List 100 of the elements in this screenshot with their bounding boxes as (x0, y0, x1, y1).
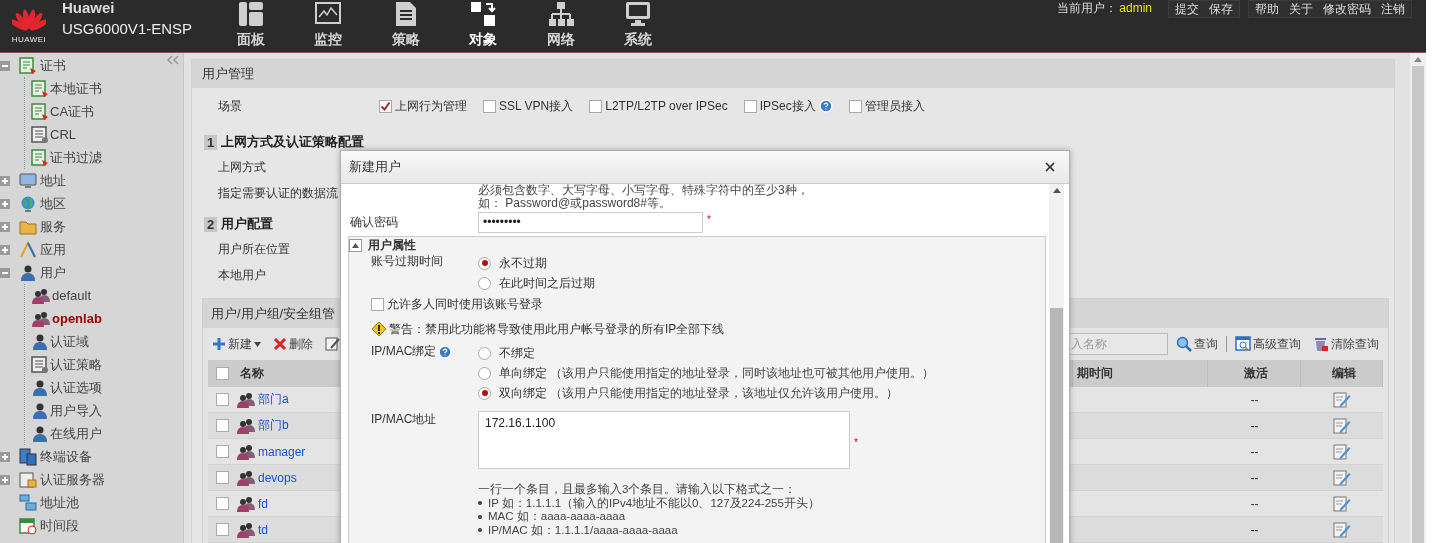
current-user-label: 当前用户： (1057, 0, 1118, 16)
expand-toggle[interactable] (0, 198, 10, 209)
user-name-link[interactable]: 部门b (258, 417, 289, 434)
expand-toggle[interactable] (0, 175, 10, 186)
row-checkbox[interactable] (215, 497, 229, 510)
radio-button[interactable] (478, 346, 491, 360)
edit-icon[interactable] (1333, 468, 1351, 487)
header-link[interactable]: 提交 (1175, 1, 1199, 17)
row-checkbox[interactable] (215, 445, 229, 458)
tree-item[interactable]: openlab (52, 311, 102, 326)
collapse-toggle[interactable] (0, 267, 10, 278)
radio-button[interactable] (478, 366, 491, 380)
expand-toggle[interactable] (0, 244, 10, 255)
tree-item[interactable]: 用户导入 (50, 401, 102, 420)
row-checkbox[interactable] (215, 523, 229, 536)
hint-text: 如： Password@或password8#等。 (478, 197, 672, 210)
nav-tab[interactable]: 网络 (522, 0, 600, 52)
expand-toggle[interactable] (0, 474, 10, 485)
header-link[interactable]: 保存 (1209, 1, 1233, 17)
radio-button[interactable] (478, 276, 491, 290)
user-name-link[interactable]: 部门a (258, 391, 289, 408)
help-icon[interactable] (438, 344, 453, 359)
collapse-toggle[interactable] (349, 238, 362, 252)
tree-item[interactable]: CA证书 (50, 102, 95, 121)
header-link[interactable]: 修改密码 (1323, 1, 1371, 17)
nav-tab[interactable]: 系统 (599, 0, 677, 52)
user-name-link[interactable]: td (258, 522, 268, 537)
clear-search-button[interactable]: 清除查询 (1309, 335, 1383, 353)
edit-icon[interactable] (1333, 416, 1351, 435)
option-label: L2TP/L2TP over IPSec (605, 99, 728, 113)
radio-button[interactable] (478, 256, 491, 270)
monitor-icon (19, 171, 37, 190)
help-icon[interactable] (818, 99, 833, 113)
required-mark: * (854, 437, 858, 448)
tree-item[interactable]: 证书过滤 (50, 148, 102, 167)
address-field[interactable]: 172.16.1.100 (478, 411, 850, 469)
edit-icon[interactable] (1333, 494, 1351, 513)
expand-toggle[interactable] (0, 451, 10, 462)
option-label: SSL VPN接入 (499, 97, 574, 115)
tree-item[interactable]: default (52, 288, 92, 303)
header-link[interactable]: 关于 (1289, 1, 1313, 17)
option-label: 双向绑定 （该用户只能使用指定的地址登录，该地址仅允许该用户使用。） (499, 384, 899, 402)
user-name-link[interactable]: fd (258, 496, 268, 511)
tree-item[interactable]: 服务 (40, 217, 66, 236)
row-checkbox[interactable] (215, 419, 229, 432)
tree-item[interactable]: 本地证书 (50, 79, 102, 98)
globe-icon (19, 194, 37, 213)
row-checkbox[interactable] (215, 393, 229, 406)
tree-item[interactable]: 时间段 (40, 516, 79, 535)
advanced-search-button[interactable]: 高级查询 (1231, 335, 1305, 353)
tree-item[interactable]: 认证域 (50, 332, 89, 351)
tree-item[interactable]: 认证服务器 (40, 470, 105, 489)
close-button[interactable] (1043, 160, 1057, 174)
scroll-up-icon[interactable] (1414, 57, 1422, 62)
table-cell: -- (1250, 418, 1259, 433)
scrollbar-thumb[interactable] (1412, 66, 1424, 543)
delete-button[interactable]: 删除 (269, 335, 317, 353)
password-field[interactable]: ••••••••• (478, 211, 703, 233)
radio-button[interactable] (478, 386, 491, 400)
edit-icon[interactable] (1333, 520, 1351, 539)
logo-text: HUAWEI (11, 35, 47, 44)
option-label: IPSec接入 (759, 97, 816, 115)
tree-item[interactable]: 地址 (40, 171, 66, 190)
scrollbar-thumb[interactable] (1050, 308, 1063, 543)
nav-tab[interactable]: 监控 (289, 0, 367, 52)
tree-item[interactable]: 在线用户 (50, 424, 102, 443)
checkbox[interactable] (589, 99, 603, 113)
tree-item[interactable]: 地址池 (40, 493, 79, 512)
tree-item[interactable]: 用户 (40, 263, 66, 282)
checkbox[interactable] (483, 99, 496, 113)
new-button[interactable]: 新建 (208, 335, 265, 353)
row-checkbox[interactable] (215, 471, 229, 484)
checkbox[interactable] (371, 297, 384, 311)
user-name-link[interactable]: devops (258, 470, 297, 485)
header-link[interactable]: 注销 (1381, 1, 1405, 17)
edit-icon[interactable] (1333, 442, 1351, 461)
edit-icon[interactable] (1333, 390, 1351, 409)
checkbox[interactable] (743, 99, 757, 113)
scroll-up-icon[interactable] (1052, 188, 1061, 193)
tree-item[interactable]: 证书 (40, 56, 66, 75)
expand-toggle[interactable] (0, 221, 10, 232)
nav-tab[interactable]: 对象 (444, 0, 522, 52)
tree-item[interactable]: 认证选项 (50, 378, 102, 397)
user-name-link[interactable]: manager (258, 444, 306, 459)
tree-item[interactable]: 终端设备 (40, 447, 92, 466)
nav-tab[interactable]: 面板 (212, 0, 290, 52)
tree-item[interactable]: CRL (50, 127, 76, 142)
group-title: 用户属性 (368, 236, 416, 254)
select-all-checkbox[interactable] (215, 367, 229, 380)
tree-item[interactable]: 地区 (40, 194, 66, 213)
field-label: IP/MAC绑定 (371, 343, 437, 360)
search-button[interactable]: 查询 (1172, 335, 1222, 353)
nav-tab[interactable]: 策略 (367, 0, 445, 52)
checkbox[interactable] (848, 99, 862, 113)
tree-item[interactable]: 应用 (40, 240, 66, 259)
header-link[interactable]: 帮助 (1255, 1, 1279, 17)
collapse-toggle[interactable] (0, 60, 10, 71)
collapse-icon[interactable] (352, 242, 359, 248)
checkbox[interactable] (379, 99, 392, 113)
tree-item[interactable]: 认证策略 (50, 355, 102, 374)
